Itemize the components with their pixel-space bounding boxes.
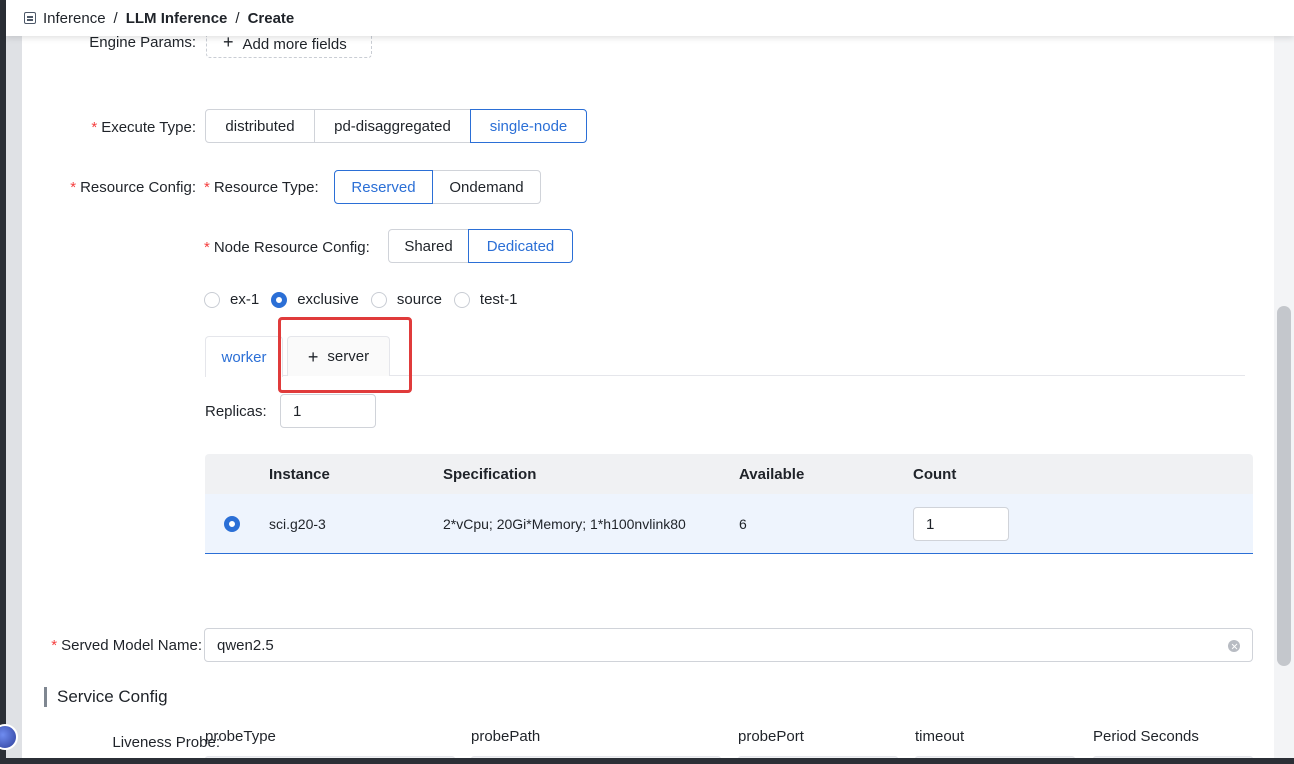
plus-icon: + [223, 36, 234, 52]
liveness-probe-label: Liveness Probe: [112, 734, 220, 751]
probe-column-type: probeType [205, 728, 276, 745]
create-form-card: Engine Params: + Add more fields * Execut… [22, 36, 1274, 758]
resource-pool-radio-group: ex-1 exclusive source test-1 [204, 291, 529, 308]
scrollbar-thumb[interactable] [1277, 306, 1291, 666]
breadcrumb-separator: / [235, 9, 240, 27]
breadcrumb-item-llm-inference[interactable]: LLM Inference [126, 10, 228, 27]
annotation-highlight-box [278, 317, 412, 393]
probe-column-port: probePort [738, 728, 804, 745]
execute-type-segmented: distributed pd-disaggregated single-node [205, 109, 587, 143]
radio-circle[interactable] [204, 291, 220, 308]
replicas-input[interactable]: 1 [280, 394, 376, 428]
tab-worker[interactable]: worker [205, 336, 283, 377]
service-config-section-title: Service Config [44, 687, 168, 707]
row-select-radio[interactable] [224, 516, 240, 532]
breadcrumb-current: Create [247, 9, 295, 27]
assistant-avatar-icon[interactable] [0, 724, 18, 750]
add-more-fields-label: Add more fields [242, 36, 347, 53]
column-header-count: Count [913, 465, 957, 483]
replicas-label: Replicas: [205, 403, 267, 420]
clear-icon[interactable] [1228, 640, 1240, 652]
pool-option-ex-1[interactable]: ex-1 [204, 291, 259, 308]
column-header-instance: Instance [269, 465, 330, 483]
radio-circle[interactable] [453, 291, 470, 308]
probe-column-period-seconds: Period Seconds [1093, 728, 1199, 745]
count-input[interactable]: 1 [913, 507, 1009, 541]
radio-circle[interactable] [370, 291, 387, 308]
cell-specification: 2*vCpu; 20Gi*Memory; 1*h100nvlink80 [443, 515, 686, 532]
breadcrumb: Inference / LLM Inference / Create [6, 0, 1294, 36]
execute-type-pd-disaggregated[interactable]: pd-disaggregated [314, 109, 471, 143]
engine-params-label: Engine Params: [89, 36, 196, 51]
cell-available: 6 [739, 515, 747, 532]
probe-column-timeout: timeout [915, 728, 965, 745]
served-model-name-value: qwen2.5 [217, 636, 274, 654]
window-bottom-edge [0, 758, 1294, 764]
resource-type-segmented: Reserved Ondemand [334, 170, 541, 204]
node-resource-config-label: * Node Resource Config: [204, 239, 370, 256]
node-resource-config-segmented: Shared Dedicated [388, 229, 573, 263]
breadcrumb-separator: / [113, 9, 118, 27]
resource-type-ondemand[interactable]: Ondemand [432, 170, 541, 204]
execute-type-distributed[interactable]: distributed [205, 109, 315, 143]
table-row[interactable]: sci.g20-3 2*vCpu; 20Gi*Memory; 1*h100nvl… [205, 494, 1253, 554]
resource-config-label: * Resource Config: [70, 179, 196, 196]
document-icon [24, 12, 36, 24]
resource-type-label: * Resource Type: [204, 179, 319, 196]
node-resource-shared[interactable]: Shared [388, 229, 469, 263]
breadcrumb-item-inference[interactable]: Inference [43, 10, 106, 27]
served-model-name-input[interactable]: qwen2.5 [204, 628, 1253, 662]
resource-type-reserved[interactable]: Reserved [334, 170, 433, 204]
execute-type-label: * Execute Type: [91, 119, 196, 136]
execute-type-single-node[interactable]: single-node [470, 109, 587, 143]
table-header: Instance Specification Available Count [205, 454, 1253, 494]
column-header-specification: Specification [443, 465, 537, 483]
add-more-fields-button[interactable]: + Add more fields [206, 36, 372, 58]
pool-option-test-1[interactable]: test-1 [453, 291, 517, 308]
radio-circle-selected[interactable] [271, 291, 288, 308]
column-header-available: Available [739, 465, 805, 483]
pool-option-exclusive[interactable]: exclusive [271, 291, 359, 308]
served-model-name-label: * Served Model Name: [51, 637, 202, 654]
node-resource-dedicated[interactable]: Dedicated [468, 229, 573, 263]
section-accent-bar [44, 687, 47, 707]
instance-table: Instance Specification Available Count s… [205, 454, 1253, 556]
pool-option-source[interactable]: source [370, 291, 442, 308]
window-left-edge [0, 0, 6, 764]
cell-instance: sci.g20-3 [269, 515, 326, 532]
vertical-scrollbar[interactable] [1274, 36, 1294, 764]
probe-column-path: probePath [471, 728, 541, 745]
